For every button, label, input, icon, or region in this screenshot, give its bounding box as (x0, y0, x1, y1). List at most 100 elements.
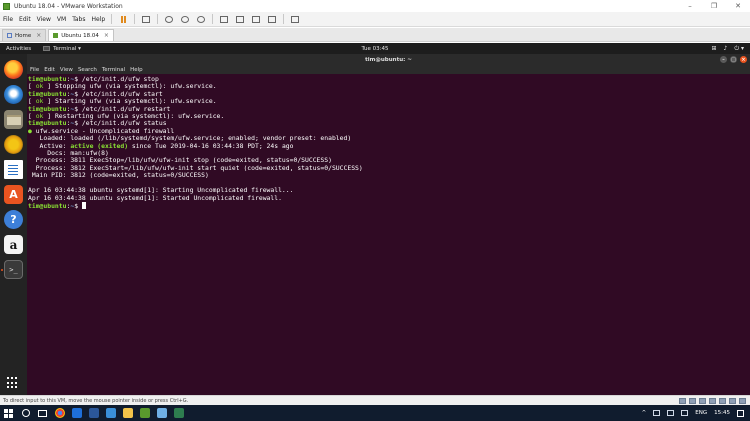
printer-icon[interactable] (729, 397, 736, 404)
software-glyph: A (9, 188, 18, 201)
volume-tray-icon[interactable] (681, 410, 689, 416)
software-icon[interactable]: A (4, 185, 23, 204)
terminal-icon (43, 46, 51, 51)
terminal-menu-file[interactable]: File (30, 67, 39, 73)
taskbar-vmware[interactable] (136, 405, 153, 421)
terminal-line: Apr 16 03:44:38 ubuntu systemd[1]: Start… (28, 193, 282, 202)
close-icon[interactable]: × (104, 32, 109, 39)
terminal-cursor (81, 201, 86, 209)
taskbar-edge[interactable] (68, 405, 85, 421)
taskbar-clock[interactable]: 15:45 (714, 410, 730, 416)
vmware-status-bar: To direct input to this VM, move the mou… (0, 395, 750, 405)
mail-icon (105, 408, 116, 418)
tray-chevron-icon[interactable]: ^ (642, 410, 647, 416)
vmware-title-bar: Ubuntu 18.04 - VMware Workstation – ❐ ✕ (0, 0, 750, 12)
prompt-user: tim@ubuntu (28, 201, 67, 210)
cdrom-icon[interactable] (689, 397, 696, 404)
terminal-menu-view[interactable]: View (60, 67, 73, 73)
windows-logo-icon (4, 408, 13, 418)
terminal-menu-search[interactable]: Search (78, 67, 97, 73)
terminal-maximize-button[interactable]: □ (730, 56, 737, 63)
terminal-close-button[interactable]: × (740, 56, 747, 63)
app-menu[interactable]: Terminal ▾ (43, 46, 81, 52)
terminal-icon[interactable]: >_ (4, 260, 23, 279)
show-applications-icon[interactable] (7, 377, 19, 389)
usb-icon[interactable] (709, 397, 716, 404)
toolbar-separator (111, 14, 113, 24)
vmware-tab-bar: Home × Ubuntu 18.04 × (0, 28, 750, 42)
device-status-icons (679, 397, 746, 404)
sound-icon[interactable] (719, 397, 726, 404)
terminal-menu-help[interactable]: Help (130, 67, 143, 73)
close-icon[interactable]: × (36, 32, 41, 39)
toolbar-separator (212, 14, 214, 24)
terminal-line: Active: active (exited) since Tue 2019-0… (28, 142, 750, 150)
vmware-icon (139, 408, 150, 418)
taskbar-explorer[interactable] (119, 405, 136, 421)
tab-ubuntu[interactable]: Ubuntu 18.04 × (48, 29, 114, 41)
help-icon[interactable]: ? (4, 210, 23, 229)
menu-vm[interactable]: VM (54, 16, 69, 23)
system-tray[interactable]: ⊞ ♪ ⏻ ▾ (711, 45, 744, 53)
terminal-menu-bar: File Edit View Search Terminal Help (27, 65, 750, 74)
terminal-title: tim@ubuntu: ~ (365, 56, 412, 63)
firefox-icon[interactable] (4, 60, 23, 79)
menu-help[interactable]: Help (89, 16, 109, 23)
terminal-menu-edit[interactable]: Edit (44, 67, 55, 73)
snapshot-icon[interactable] (163, 14, 175, 25)
display-icon[interactable] (739, 397, 746, 404)
menu-file[interactable]: File (0, 16, 16, 23)
tab-home[interactable]: Home × (2, 29, 47, 41)
battery-icon[interactable] (653, 410, 661, 416)
show-library-icon[interactable] (218, 14, 230, 25)
taskbar-mail[interactable] (102, 405, 119, 421)
console-view-icon[interactable] (289, 14, 301, 25)
terminal-minimize-button[interactable]: – (720, 56, 727, 63)
amazon-icon[interactable]: a (4, 235, 23, 254)
full-screen-icon[interactable] (250, 14, 262, 25)
files-icon[interactable] (4, 110, 23, 129)
send-ctrl-alt-del-icon[interactable] (140, 14, 152, 25)
terminal-output[interactable]: tim@ubuntu:~$ /etc/init.d/ufw stop[ ok ]… (27, 74, 750, 395)
taskbar-recorder[interactable] (170, 405, 187, 421)
language-indicator[interactable]: ENG (695, 410, 707, 416)
recorder-icon (173, 408, 184, 418)
maximize-button[interactable]: ❐ (702, 0, 726, 12)
search-button[interactable] (17, 405, 34, 421)
network-tray-icon[interactable] (667, 410, 675, 416)
menu-edit[interactable]: Edit (16, 16, 34, 23)
terminal-menu-terminal[interactable]: Terminal (102, 67, 125, 73)
notification-icon[interactable] (737, 409, 744, 417)
task-view-button[interactable] (34, 405, 51, 421)
revert-snapshot-icon[interactable] (179, 14, 191, 25)
hdd-icon[interactable] (679, 397, 686, 404)
guest-screen[interactable]: Activities Terminal ▾ Tue 03:45 ⊞ ♪ ⏻ ▾ … (0, 43, 750, 395)
tab-home-label: Home (15, 32, 32, 39)
minimize-button[interactable]: – (678, 0, 702, 12)
network-icon[interactable]: ⊞ (711, 45, 716, 52)
edge-icon (71, 408, 82, 418)
task-view-icon (38, 409, 47, 417)
menu-view[interactable]: View (34, 16, 54, 23)
activities-button[interactable]: Activities (6, 46, 31, 52)
menu-tabs[interactable]: Tabs (69, 16, 88, 23)
vm-icon (53, 33, 59, 38)
taskbar-word[interactable] (85, 405, 102, 421)
close-button[interactable]: ✕ (726, 0, 750, 12)
thumbnail-bar-icon[interactable] (234, 14, 246, 25)
network-adapter-icon[interactable] (699, 397, 706, 404)
pause-icon[interactable] (117, 14, 129, 25)
taskbar-app[interactable] (153, 405, 170, 421)
taskbar-chrome[interactable] (51, 405, 68, 421)
volume-icon[interactable]: ♪ (723, 45, 727, 52)
power-icon[interactable]: ⏻ ▾ (734, 45, 744, 53)
app-menu-label: Terminal ▾ (53, 45, 81, 52)
writer-icon[interactable] (4, 160, 23, 179)
thunderbird-icon[interactable] (4, 85, 23, 104)
snapshot-manager-icon[interactable] (195, 14, 207, 25)
rhythmbox-icon[interactable] (4, 135, 23, 154)
unity-icon[interactable] (266, 14, 278, 25)
amazon-glyph: a (9, 237, 18, 252)
clock[interactable]: Tue 03:45 (362, 46, 389, 52)
start-button[interactable] (0, 405, 17, 421)
